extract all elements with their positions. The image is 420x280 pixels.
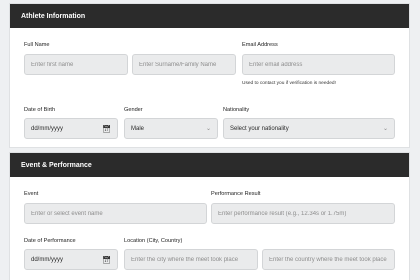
city-input[interactable] [124,249,258,270]
nationality-select[interactable]: Select your nationality ⌄ [223,118,395,139]
event-label: Event [24,191,39,197]
calendar-icon[interactable]: 📅︎ [102,125,111,133]
chevron-down-icon: ⌄ [382,126,388,132]
email-input[interactable] [242,54,395,75]
performance-date-value: dd/mm/yyyy [31,256,64,263]
athlete-info-title: Athlete Information [21,12,86,20]
location-label: Location (City, Country) [124,238,183,244]
dob-value: dd/mm/yyyy [31,125,64,132]
first-name-input[interactable] [24,54,128,75]
event-performance-card: Event & Performance Event Performance Re… [9,152,410,280]
dob-label: Date of Birth [24,107,56,113]
performance-date-input[interactable]: dd/mm/yyyy 📅︎ [24,249,118,270]
calendar-icon[interactable]: 📅︎ [102,256,111,264]
nationality-label: Nationality [223,107,250,113]
country-input[interactable] [262,249,395,270]
full-name-label: Full Name [24,42,50,48]
email-help-text: Used to contact you if verification is n… [242,81,336,86]
performance-date-label: Date of Performance [24,238,76,244]
event-input[interactable] [24,203,207,224]
athlete-info-card: Athlete Information Full Name Email Addr… [9,3,410,148]
result-input[interactable] [211,203,395,224]
surname-input[interactable] [132,54,236,75]
result-label: Performance Result [211,191,261,197]
nationality-value: Select your nationality [230,125,289,132]
email-label: Email Address [242,42,278,48]
event-performance-title: Event & Performance [21,161,92,169]
dob-date-input[interactable]: dd/mm/yyyy 📅︎ [24,118,118,139]
event-performance-header: Event & Performance [10,153,409,177]
gender-select[interactable]: Male ⌄ [124,118,218,139]
gender-label: Gender [124,107,143,113]
athlete-info-header: Athlete Information [10,4,409,28]
chevron-down-icon: ⌄ [205,126,211,132]
gender-value: Male [131,125,145,132]
